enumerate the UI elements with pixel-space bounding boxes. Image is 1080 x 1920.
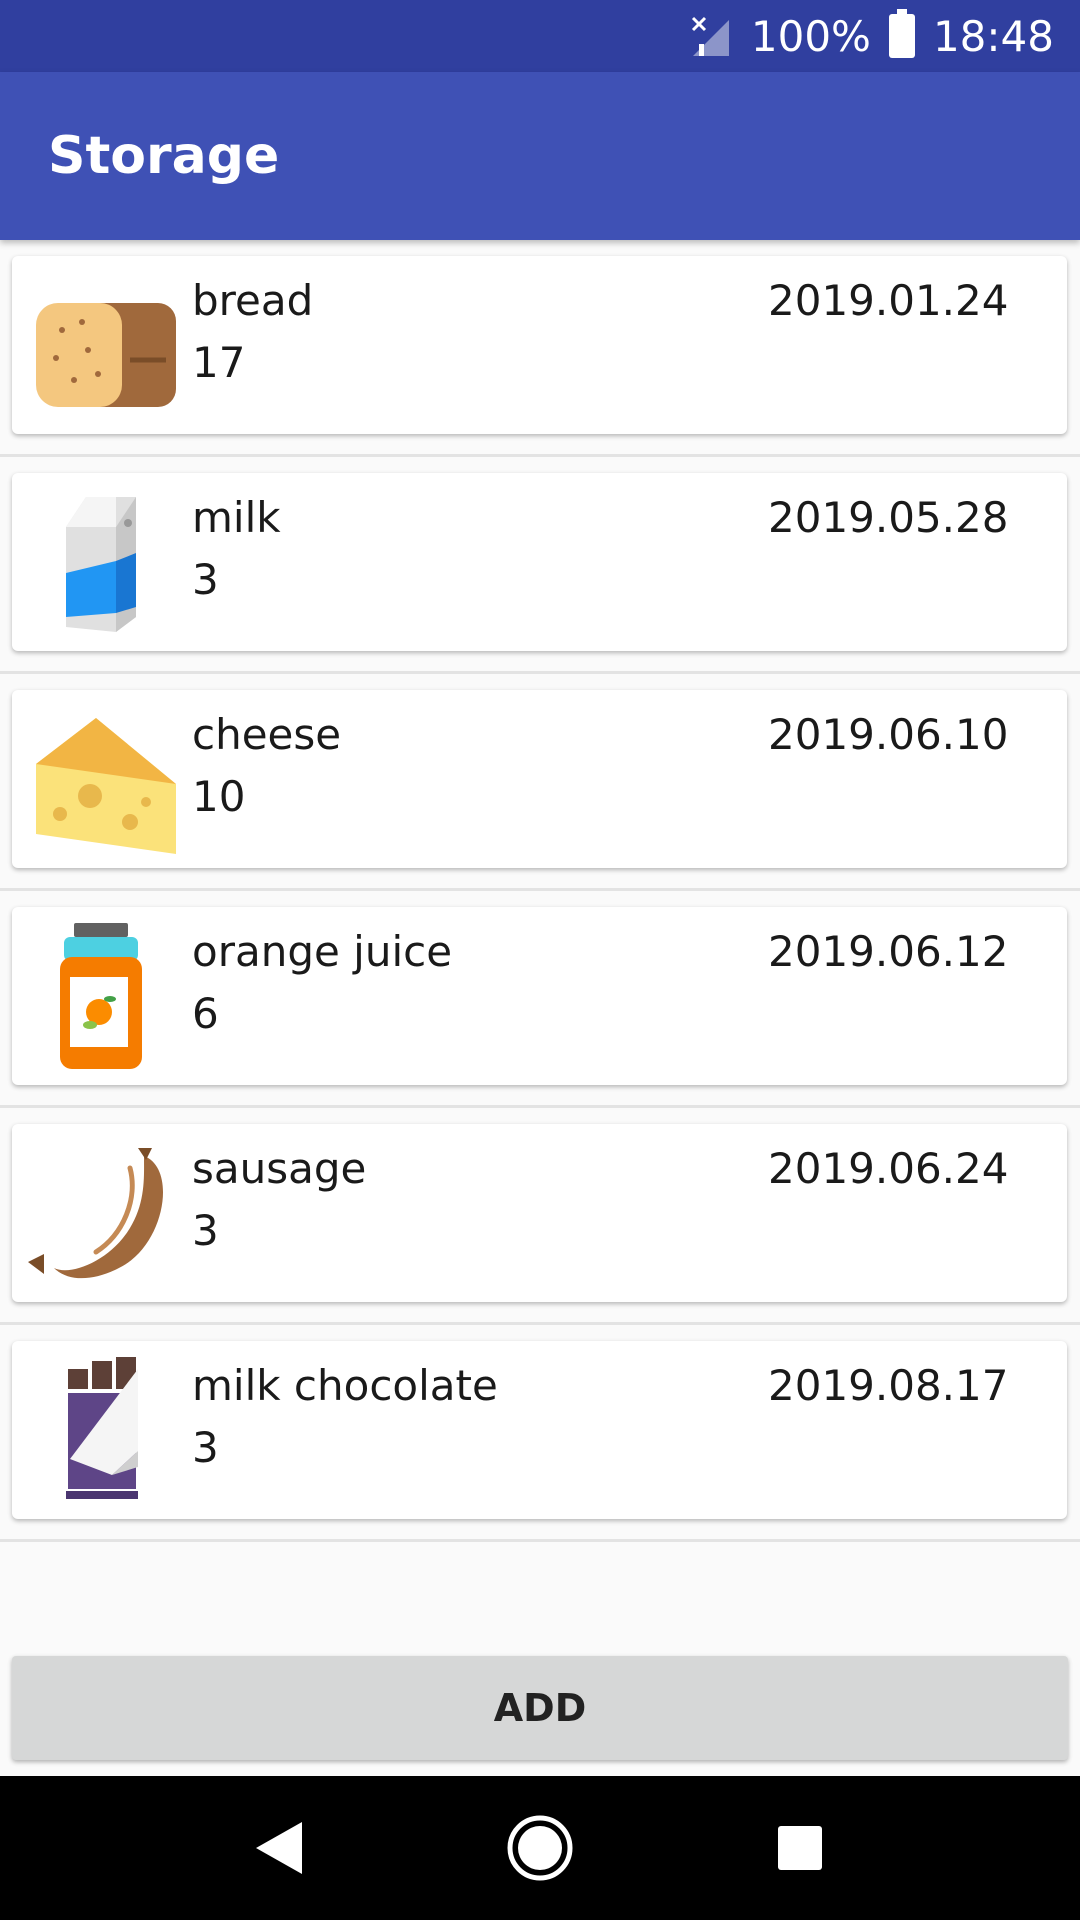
orange-juice-jar-icon [26, 921, 176, 1071]
item-date: 2019.06.10 [768, 710, 1009, 759]
item-date: 2019.06.24 [768, 1144, 1009, 1193]
status-bar: 100% 18:48 [0, 0, 1080, 72]
item-card[interactable]: milk 3 2019.05.28 [12, 473, 1067, 651]
item-name: cheese [192, 710, 342, 759]
item-date: 2019.01.24 [768, 276, 1009, 325]
list-item[interactable]: bread 17 2019.01.24 [0, 240, 1080, 457]
item-date: 2019.08.17 [768, 1361, 1009, 1410]
bread-icon [26, 270, 176, 420]
item-name: bread [192, 276, 314, 325]
app-bar: Storage [0, 72, 1080, 240]
item-name: milk chocolate [192, 1361, 498, 1410]
item-card[interactable]: bread 17 2019.01.24 [12, 256, 1067, 434]
list-item[interactable]: milk chocolate 3 2019.08.17 [0, 1325, 1080, 1542]
page-title: Storage [48, 126, 280, 186]
item-card[interactable]: sausage 3 2019.06.24 [12, 1124, 1067, 1302]
item-quantity: 3 [192, 1206, 219, 1255]
battery-percent: 100% [750, 11, 871, 61]
add-button[interactable]: ADD [12, 1656, 1068, 1760]
storage-list: bread 17 2019.01.24 milk 3 2019.05.28 ch… [0, 240, 1080, 1542]
item-quantity: 6 [192, 989, 219, 1038]
item-name: milk [192, 493, 281, 542]
chocolate-bar-icon [26, 1355, 176, 1505]
battery-icon [888, 9, 915, 58]
signal-icon [689, 14, 733, 58]
item-card[interactable]: cheese 10 2019.06.10 [12, 690, 1067, 868]
cheese-icon [26, 704, 176, 854]
recents-icon[interactable] [755, 1803, 845, 1893]
item-quantity: 10 [192, 772, 246, 821]
item-card[interactable]: milk chocolate 3 2019.08.17 [12, 1341, 1067, 1519]
navigation-bar [0, 1776, 1080, 1920]
clock: 18:48 [932, 11, 1054, 61]
item-card[interactable]: orange juice 6 2019.06.12 [12, 907, 1067, 1085]
item-quantity: 3 [192, 1423, 219, 1472]
sausage-icon [26, 1138, 176, 1288]
item-name: orange juice [192, 927, 453, 976]
milk-carton-icon [26, 487, 176, 637]
item-date: 2019.05.28 [768, 493, 1009, 542]
item-quantity: 17 [192, 338, 246, 387]
home-icon[interactable] [495, 1803, 585, 1893]
list-item[interactable]: sausage 3 2019.06.24 [0, 1108, 1080, 1325]
list-item[interactable]: orange juice 6 2019.06.12 [0, 891, 1080, 1108]
list-item[interactable]: cheese 10 2019.06.10 [0, 674, 1080, 891]
back-icon[interactable] [235, 1803, 325, 1893]
item-quantity: 3 [192, 555, 219, 604]
item-name: sausage [192, 1144, 367, 1193]
list-item[interactable]: milk 3 2019.05.28 [0, 457, 1080, 674]
item-date: 2019.06.12 [768, 927, 1009, 976]
